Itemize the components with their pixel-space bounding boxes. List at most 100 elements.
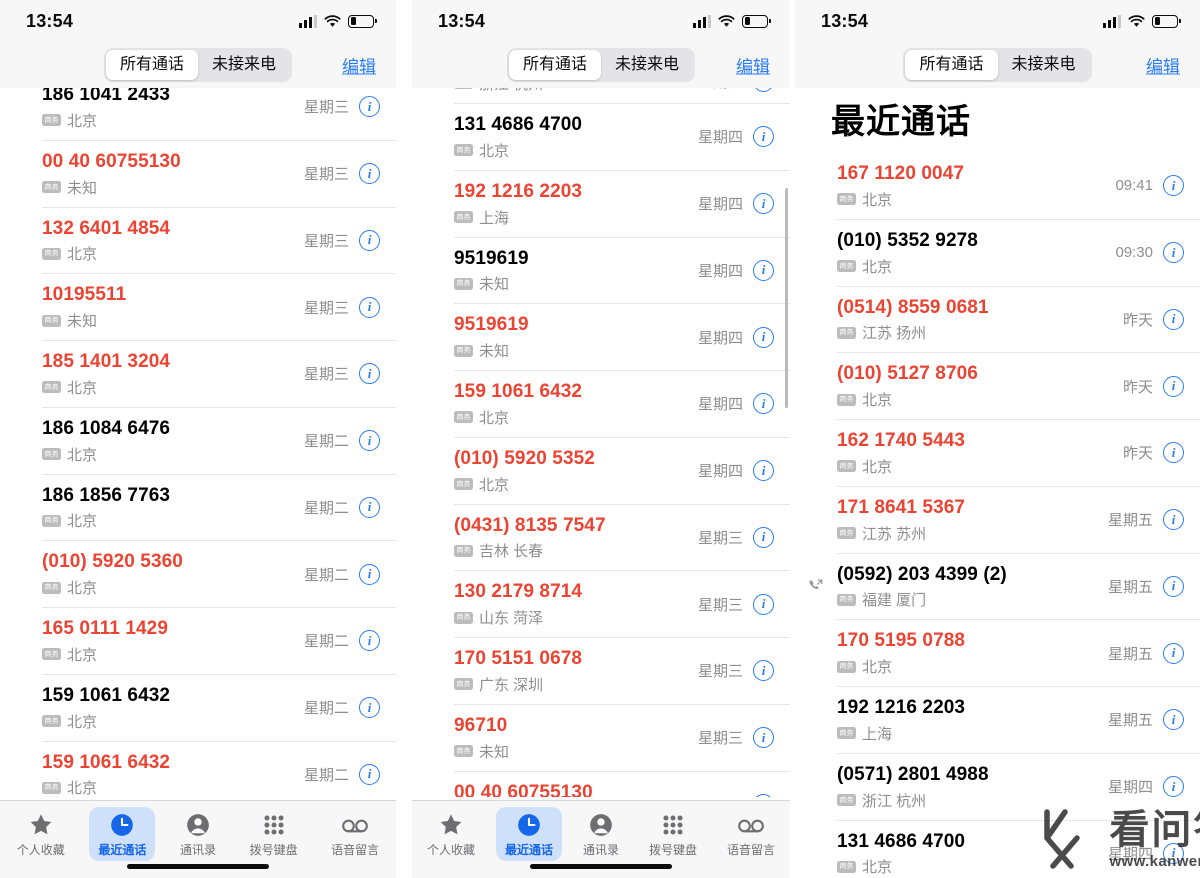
info-icon[interactable]: i xyxy=(753,393,774,415)
info-icon[interactable]: i xyxy=(753,660,774,682)
call-log-row[interactable]: (010) 5920 5360 商务 北京 星期二 i xyxy=(42,541,396,608)
call-log-row[interactable]: (0514) 8559 0681 商务 江苏 扬州 昨天 i xyxy=(837,287,1200,354)
segment-all-calls[interactable]: 所有通话 xyxy=(508,50,601,80)
tab-voicemail[interactable]: 语音留言 xyxy=(718,807,784,861)
call-list-middle[interactable]: 商务浙江 杭州星期四i131 4686 4700商务北京星期四i192 1216… xyxy=(412,88,790,797)
business-badge: 商务 xyxy=(42,514,61,527)
call-log-row[interactable]: 96710 商务 未知 星期三 i xyxy=(454,705,790,772)
info-icon[interactable]: i xyxy=(1163,175,1184,197)
call-log-row[interactable]: 170 5195 0788 商务 北京 星期五 i xyxy=(837,620,1200,687)
tab-person[interactable]: 通讯录 xyxy=(171,807,225,861)
info-icon[interactable]: i xyxy=(753,727,774,749)
call-filter-segmented-control[interactable]: 所有通话 未接来电 xyxy=(506,48,696,82)
info-icon[interactable]: i xyxy=(359,496,380,518)
call-log-row[interactable]: 10195511 商务 未知 星期三 i xyxy=(42,274,396,341)
info-icon[interactable]: i xyxy=(753,126,774,148)
tab-voicemail[interactable]: 语音留言 xyxy=(322,807,388,861)
call-filter-segmented-control[interactable]: 所有通话 未接来电 xyxy=(903,48,1092,82)
call-log-row[interactable]: 159 1061 6432 商务 北京 星期二 i xyxy=(42,742,396,797)
call-log-row[interactable]: 9519619 商务 未知 星期四 i xyxy=(454,238,790,305)
info-icon[interactable]: i xyxy=(359,630,380,652)
info-icon[interactable]: i xyxy=(753,593,774,615)
call-log-row[interactable]: (0431) 8135 7547 商务 吉林 长春 星期三 i xyxy=(454,505,790,572)
info-icon[interactable]: i xyxy=(1163,308,1184,330)
call-row-main: (010) 5920 5360 商务 北京 xyxy=(42,550,304,598)
info-icon[interactable]: i xyxy=(359,229,380,251)
info-icon[interactable]: i xyxy=(359,163,380,185)
call-log-row[interactable]: (010) 5352 9278 商务 北京 09:30 i xyxy=(837,220,1200,287)
call-log-row[interactable]: 131 4686 4700 商务 北京 星期四 i xyxy=(454,104,790,171)
call-log-row[interactable]: 9519619 商务 未知 星期四 i xyxy=(454,304,790,371)
tab-clock[interactable]: 最近通话 xyxy=(89,807,156,861)
info-icon[interactable]: i xyxy=(1163,709,1184,731)
info-icon[interactable]: i xyxy=(1163,776,1184,798)
segment-missed-calls[interactable]: 未接来电 xyxy=(198,50,290,79)
scrollbar[interactable] xyxy=(785,188,788,408)
info-icon[interactable]: i xyxy=(359,697,380,719)
call-log-row[interactable]: 192 1216 2203 商务 上海 星期五 i xyxy=(837,687,1200,754)
call-log-row[interactable]: 00 40 60755130商务未知星期三i xyxy=(454,772,790,797)
info-icon[interactable]: i xyxy=(359,296,380,318)
tab-star[interactable]: 个人收藏 xyxy=(8,807,74,861)
call-log-row[interactable]: 159 1061 6432 商务 北京 星期二 i xyxy=(42,675,396,742)
call-log-row[interactable]: (0571) 2801 4988 商务 浙江 杭州 星期四 i xyxy=(837,754,1200,821)
call-log-row[interactable]: 186 1856 7763 商务 北京 星期二 i xyxy=(42,475,396,542)
call-filter-segmented-control[interactable]: 所有通话 未接来电 xyxy=(103,48,293,82)
call-log-row[interactable]: 162 1740 5443 商务 北京 昨天 i xyxy=(837,420,1200,487)
tab-bar-middle[interactable]: 个人收藏 最近通话 通讯录 拨号键盘 语音留言 xyxy=(412,800,790,878)
tab-star[interactable]: 个人收藏 xyxy=(418,807,484,861)
call-log-row[interactable]: 132 6401 4854 商务 北京 星期三 i xyxy=(42,208,396,275)
call-log-row[interactable]: 186 1084 6476 商务 北京 星期二 i xyxy=(42,408,396,475)
info-icon[interactable]: i xyxy=(359,563,380,585)
call-log-row[interactable]: (0592) 203 4399 (2) 商务 福建 厦门 星期五 i xyxy=(809,554,1200,621)
call-row-subtitle: 商务 北京 xyxy=(837,656,1108,677)
call-log-row[interactable]: (010) 5127 8706 商务 北京 昨天 i xyxy=(837,353,1200,420)
tab-bar-left[interactable]: 个人收藏 最近通话 通讯录 拨号键盘 语音留言 xyxy=(0,800,396,878)
tab-keypad[interactable]: 拨号键盘 xyxy=(640,807,706,861)
tab-keypad[interactable]: 拨号键盘 xyxy=(241,807,307,861)
info-icon[interactable]: i xyxy=(1163,375,1184,397)
edit-button[interactable]: 编辑 xyxy=(736,53,770,78)
info-icon[interactable]: i xyxy=(1163,442,1184,464)
segment-all-calls[interactable]: 所有通话 xyxy=(905,50,998,80)
info-icon[interactable]: i xyxy=(1163,242,1184,264)
call-list-left[interactable]: 186 1041 2433 商务 北京 星期三 i 00 40 60755130 商务 未知星… xyxy=(0,88,396,797)
edit-button[interactable]: 编辑 xyxy=(1146,53,1180,78)
call-log-row[interactable]: 165 0111 1429 商务 北京 星期二 i xyxy=(42,608,396,675)
call-number: 186 1084 6476 xyxy=(42,417,171,439)
call-log-row[interactable]: 170 5151 0678 商务 广东 深圳 星期三 i xyxy=(454,638,790,705)
tab-person[interactable]: 通讯录 xyxy=(574,807,628,861)
call-log-row[interactable]: 186 1041 2433 商务 北京 星期三 i xyxy=(42,88,396,141)
info-icon[interactable]: i xyxy=(753,793,774,797)
call-log-row[interactable]: 171 8641 5367 商务 江苏 苏州 星期五 i xyxy=(837,487,1200,554)
segment-all-calls[interactable]: 所有通话 xyxy=(105,50,198,80)
edit-button[interactable]: 编辑 xyxy=(342,53,376,78)
info-icon[interactable]: i xyxy=(359,430,380,452)
call-log-row[interactable]: (010) 5920 5352 商务 北京 星期四 i xyxy=(454,438,790,505)
info-icon[interactable]: i xyxy=(753,193,774,215)
info-icon[interactable]: i xyxy=(753,88,774,92)
call-log-row[interactable]: 130 2179 8714 商务 山东 菏泽 星期三 i xyxy=(454,571,790,638)
info-icon[interactable]: i xyxy=(1163,509,1184,531)
info-icon[interactable]: i xyxy=(1163,575,1184,597)
call-log-row[interactable]: 159 1061 6432 商务 北京 星期四 i xyxy=(454,371,790,438)
call-list-right[interactable]: 最近通话 167 1120 0047 商务 北京 09:41 i (010) 5352 92… xyxy=(795,88,1200,878)
call-log-row[interactable]: 00 40 60755130商务未知星期三i xyxy=(42,141,396,208)
info-icon[interactable]: i xyxy=(359,763,380,785)
segment-missed-calls[interactable]: 未接来电 xyxy=(998,50,1090,79)
info-icon[interactable]: i xyxy=(359,363,380,385)
call-log-row[interactable]: 192 1216 2203 商务 上海 星期四 i xyxy=(454,171,790,238)
info-icon[interactable]: i xyxy=(753,259,774,281)
info-icon[interactable]: i xyxy=(1163,842,1184,864)
call-log-row[interactable]: 商务 浙江 杭州 星期四 i xyxy=(454,88,790,104)
call-log-row[interactable]: 185 1401 3204 商务 北京 星期三 i xyxy=(42,341,396,408)
tab-clock[interactable]: 最近通话 xyxy=(495,807,562,861)
info-icon[interactable]: i xyxy=(753,326,774,348)
call-log-row[interactable]: 167 1120 0047 商务 北京 09:41 i xyxy=(837,153,1200,220)
info-icon[interactable]: i xyxy=(359,96,380,118)
info-icon[interactable]: i xyxy=(1163,642,1184,664)
call-log-row[interactable]: 131 4686 4700 商务 北京 星期四 i xyxy=(837,821,1200,878)
info-icon[interactable]: i xyxy=(753,526,774,548)
info-icon[interactable]: i xyxy=(753,460,774,482)
segment-missed-calls[interactable]: 未接来电 xyxy=(601,50,693,79)
